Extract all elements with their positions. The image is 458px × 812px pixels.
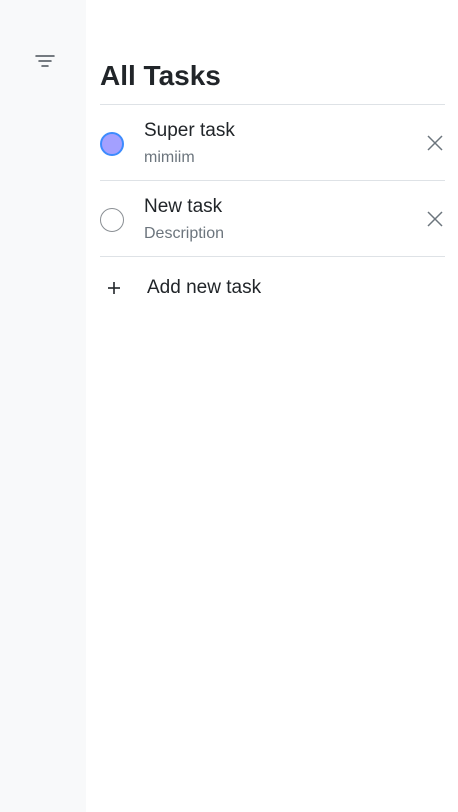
page-title: All Tasks xyxy=(100,60,221,91)
task-list: Super task mimiim New task Description xyxy=(100,104,445,257)
filter-icon xyxy=(35,55,55,67)
task-item: Super task mimiim xyxy=(100,105,445,181)
delete-task-button[interactable] xyxy=(425,133,445,153)
close-icon xyxy=(427,211,443,227)
task-item: New task Description xyxy=(100,181,445,257)
add-task-label: Add new task xyxy=(147,277,262,298)
plus-icon xyxy=(108,282,120,294)
sidebar xyxy=(0,0,86,812)
task-description[interactable]: Description xyxy=(144,224,224,244)
task-title[interactable]: New task xyxy=(144,195,222,219)
close-icon xyxy=(427,135,443,151)
delete-task-button[interactable] xyxy=(425,209,445,229)
task-title[interactable]: Super task xyxy=(144,119,235,143)
task-description[interactable]: mimiim xyxy=(144,148,195,168)
task-complete-checkbox[interactable] xyxy=(100,132,124,156)
app: All Tasks Super task mimiim New task Des… xyxy=(0,0,458,812)
task-complete-checkbox[interactable] xyxy=(100,208,124,232)
filter-button[interactable] xyxy=(33,50,57,72)
add-task-button[interactable]: Add new task xyxy=(100,272,445,304)
